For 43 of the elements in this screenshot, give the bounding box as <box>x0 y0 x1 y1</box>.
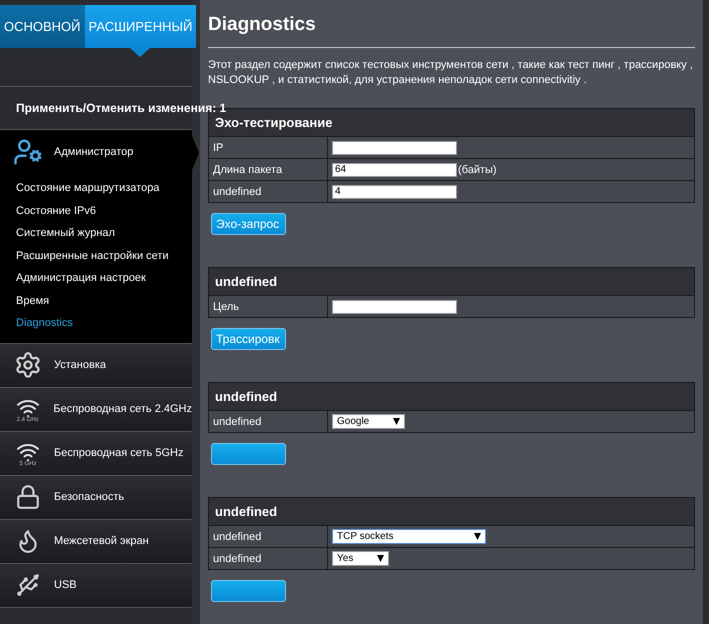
field-label: undefined <box>209 411 328 432</box>
dropdown-arrow-icon <box>474 533 480 540</box>
section-header: undefined <box>209 268 694 296</box>
page-description: Этот раздел содержит список тестовых инструментов сети , такие как тест пинг , трассировку , NSLOOKUP , и статистикой, для устранения неполадок сети connectivitiy . <box>208 58 694 88</box>
field-label: Длина пакета <box>209 159 328 180</box>
field-label: Цель <box>209 296 328 317</box>
field-label: IP <box>209 137 328 158</box>
dropdown[interactable]: Yes <box>332 551 390 566</box>
field-label: undefined <box>209 548 328 569</box>
dropdown[interactable]: Google <box>332 414 406 429</box>
text-input[interactable]: 4 <box>332 184 457 198</box>
dropdown[interactable]: TCP sockets <box>332 529 486 544</box>
tab-pointer <box>130 48 150 57</box>
menu-item[interactable]: Администратор <box>54 146 134 158</box>
submenu-item[interactable]: Расширенные настройки сети <box>16 244 169 267</box>
lock-icon <box>15 484 41 510</box>
unit-label: (байты) <box>458 164 497 176</box>
submenu-item[interactable]: Состояние IPv6 <box>16 200 96 222</box>
section-header: undefined <box>209 383 694 411</box>
submenu-item[interactable]: Администрация настроек <box>16 267 146 290</box>
submenu-item[interactable]: Состояние маршрутизатора <box>16 177 160 200</box>
submenu-item[interactable]: Diagnostics <box>16 312 73 334</box>
dropdown-arrow-icon <box>393 418 400 425</box>
dropdown-arrow-icon <box>377 555 384 562</box>
section-header: undefined <box>209 498 694 526</box>
page-title: Diagnostics <box>208 14 317 36</box>
tab[interactable]: ОСНОВНОЙ <box>0 5 85 48</box>
menu-item[interactable]: USB <box>54 579 77 591</box>
menu-item[interactable]: Безопасность <box>54 491 124 503</box>
text-input[interactable] <box>332 140 457 154</box>
menu-item[interactable]: Беспроводная сеть 5GHz <box>54 447 184 459</box>
usb-icon <box>15 572 41 598</box>
field-label: undefined <box>209 526 328 547</box>
menu-item[interactable]: Межсетевой экран <box>54 535 149 547</box>
submenu-item[interactable]: Время <box>16 290 50 312</box>
menu-item[interactable]: Беспроводная сеть 2.4GHz <box>53 403 192 415</box>
admin-icon <box>13 136 43 166</box>
submenu-item[interactable]: Системный журнал <box>16 222 115 244</box>
text-input[interactable]: 64 <box>332 162 457 176</box>
field-label: undefined <box>209 181 328 202</box>
gear-icon <box>14 351 42 379</box>
menu-item[interactable]: Установка <box>54 359 106 371</box>
text-input[interactable] <box>332 300 457 314</box>
